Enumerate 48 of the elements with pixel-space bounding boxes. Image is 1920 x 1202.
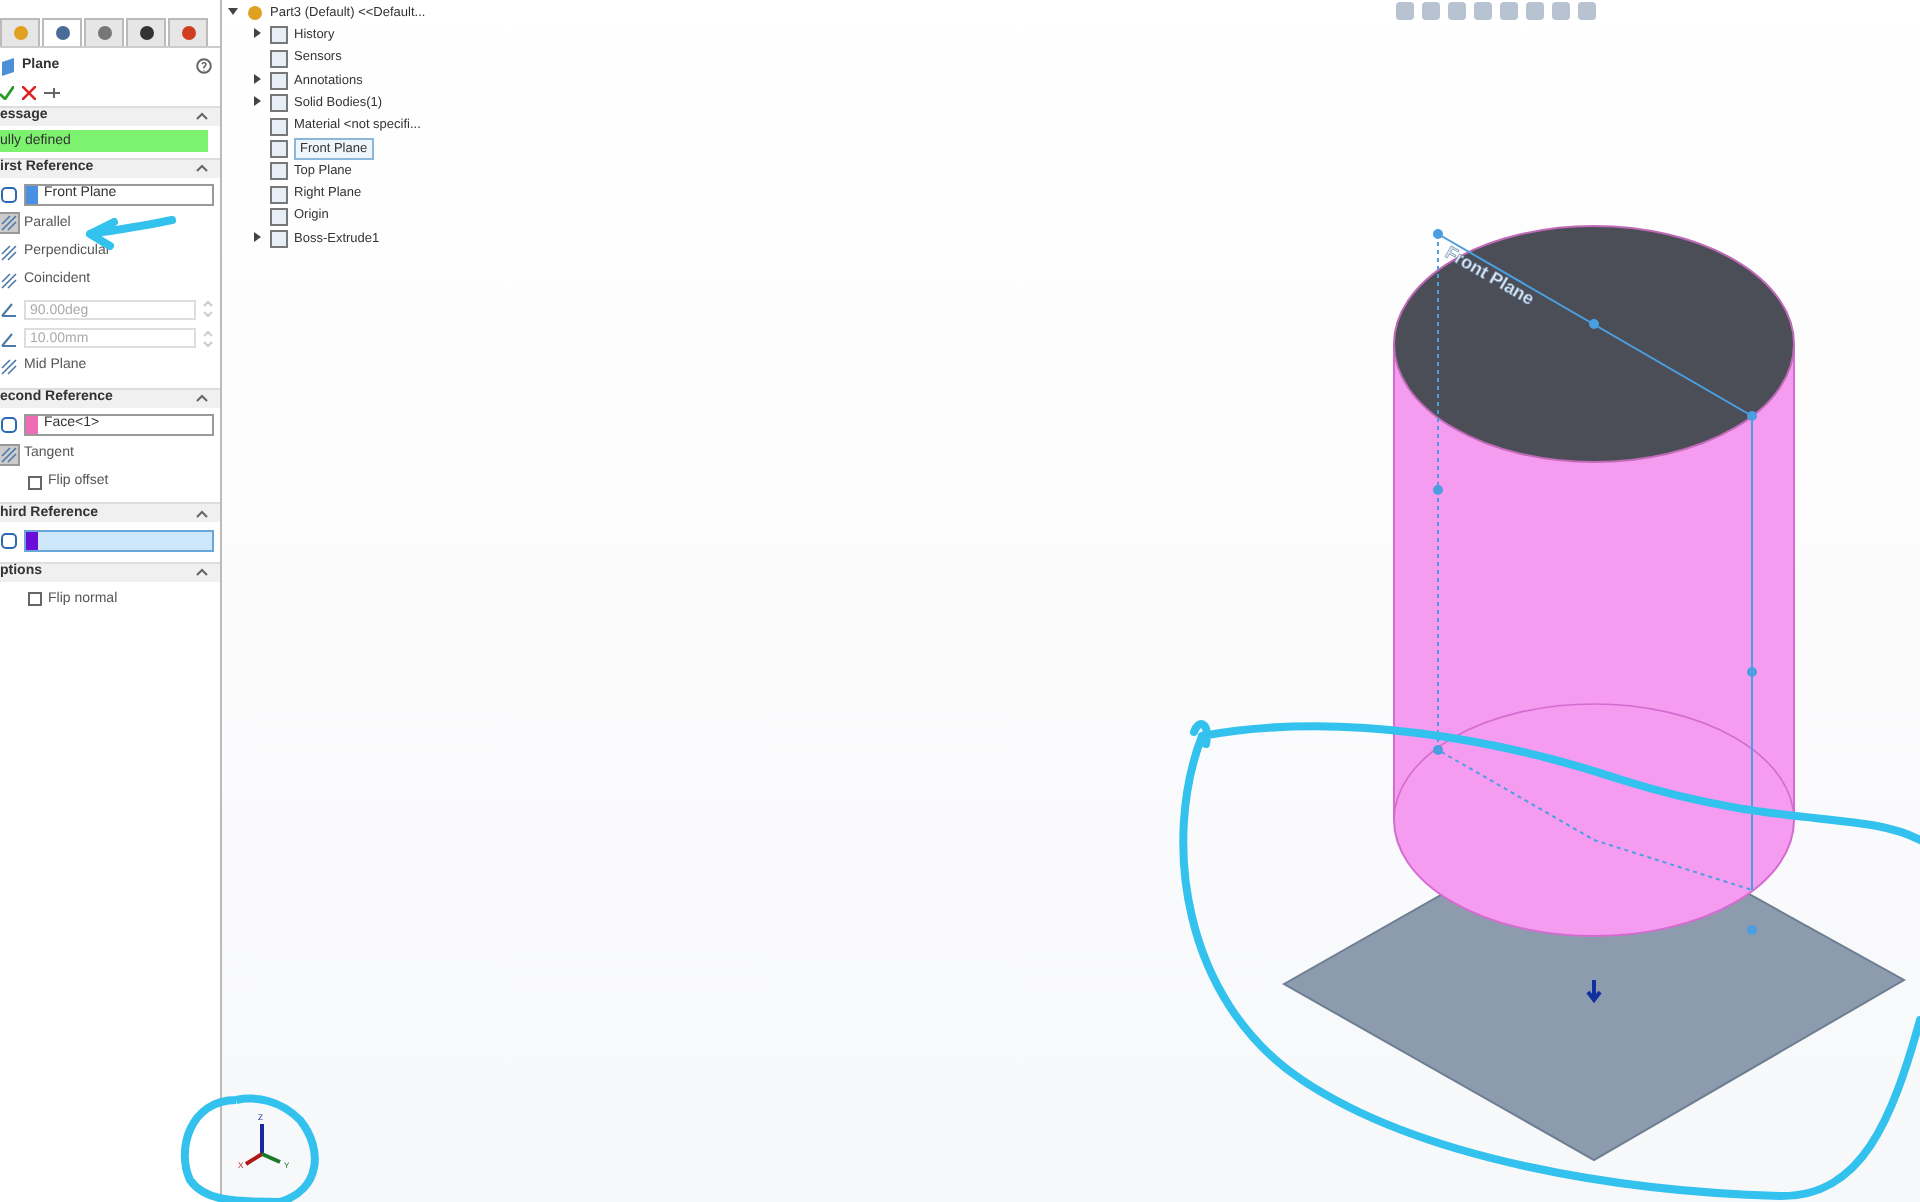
collapse-caret-icon[interactable] [196,112,208,120]
normal-arrow-icon [1586,978,1602,1004]
tab-icon [53,24,71,42]
collapse-caret-icon[interactable] [196,568,208,577]
reference-icon [0,532,18,551]
option-icon[interactable] [0,445,18,464]
option-icon[interactable] [0,243,18,262]
dimension-icon [0,329,18,348]
panel-tab[interactable] [42,18,82,46]
tab-icon [179,24,197,42]
tab-icon [137,24,155,42]
plane-icon [0,57,16,76]
tree-node-icon [270,49,288,68]
ok-check-icon[interactable] [0,85,14,99]
part-icon [246,4,264,23]
annotation-circle-drawing [180,1094,319,1202]
panel-tab[interactable] [126,18,166,46]
option-icon[interactable] [0,357,18,376]
option-icon[interactable] [0,214,18,233]
tree-node-icon [270,207,288,226]
tree-node-icon [270,117,288,136]
tree-node-icon [270,72,288,91]
expand-caret-icon[interactable] [252,232,262,243]
tree-node-icon [270,139,288,158]
tree-node-icon [270,185,288,204]
option-icon[interactable] [0,272,18,291]
tab-icon [11,24,29,42]
reference-field[interactable] [24,530,214,553]
tree-node-icon [270,94,288,113]
tab-icon [95,24,113,42]
reference-icon [0,416,18,435]
checkbox[interactable] [28,475,42,490]
help-icon[interactable] [196,58,212,75]
tree-node-icon [270,26,288,45]
expand-caret-icon[interactable] [252,73,262,84]
reference-icon [0,186,18,205]
tree-node-icon [270,230,288,249]
expand-caret-icon[interactable] [252,28,262,39]
checkbox[interactable] [28,592,42,607]
collapse-caret-icon[interactable] [196,394,208,403]
collapse-caret-icon[interactable] [196,509,208,518]
axis-triad-drawing [244,1124,281,1166]
expand-caret-icon[interactable] [228,6,238,17]
close-icon[interactable] [22,85,36,99]
expand-caret-icon[interactable] [252,96,262,107]
tree-node-icon [270,162,288,181]
dimension-icon [0,300,18,319]
collapse-caret-icon[interactable] [196,164,208,172]
